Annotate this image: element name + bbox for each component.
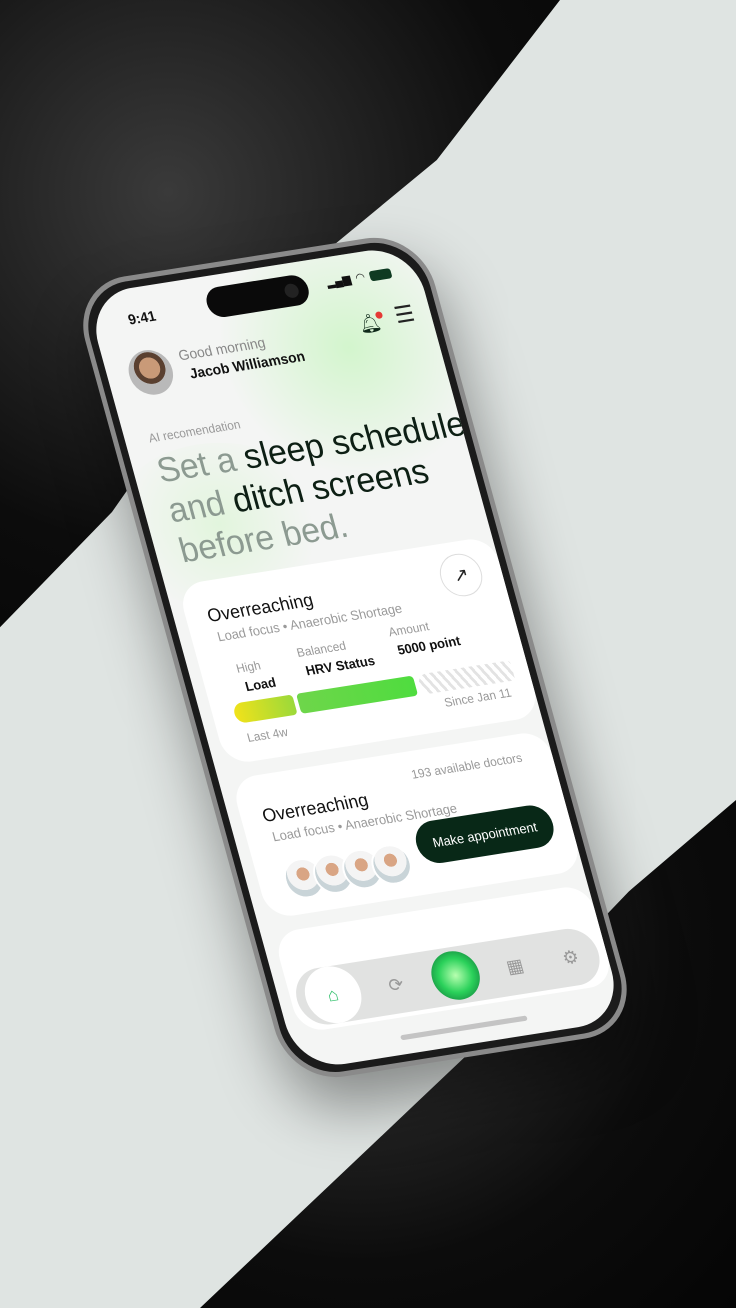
ai-orb-button[interactable] xyxy=(425,947,486,1004)
home-icon[interactable]: ⌂ xyxy=(297,962,368,1028)
bell-icon[interactable]: 🔔︎ xyxy=(356,311,384,336)
arrow-up-right-icon[interactable]: ↗ xyxy=(434,550,488,600)
home-indicator[interactable] xyxy=(400,1015,528,1041)
camera-icon xyxy=(282,282,301,299)
stat-label: High xyxy=(234,658,263,676)
stat-value: Load xyxy=(243,674,278,695)
available-doctors: 193 available doctors xyxy=(409,750,524,782)
range-start: Last 4w xyxy=(245,724,290,746)
load-bar-segment xyxy=(231,694,298,724)
wifi-icon: ◠ xyxy=(353,271,367,285)
doctor-card: 193 available doctors Overreaching Load … xyxy=(230,729,584,920)
phone-frame: 9:41 ▂▄▆ ◠ Good morning Jacob Williamson… xyxy=(70,229,640,1086)
share-nodes-icon[interactable]: ⟳ xyxy=(371,962,421,1008)
gear-icon[interactable]: ⚙ xyxy=(546,934,596,980)
load-bar-segment xyxy=(296,675,419,714)
calendar-icon[interactable]: ▦ xyxy=(490,943,540,989)
screen: 9:41 ▂▄▆ ◠ Good morning Jacob Williamson… xyxy=(84,243,625,1072)
battery-icon xyxy=(368,267,393,281)
avatar[interactable] xyxy=(123,347,179,398)
status-time: 9:41 xyxy=(126,307,158,328)
stat-label: Amount xyxy=(386,619,431,640)
